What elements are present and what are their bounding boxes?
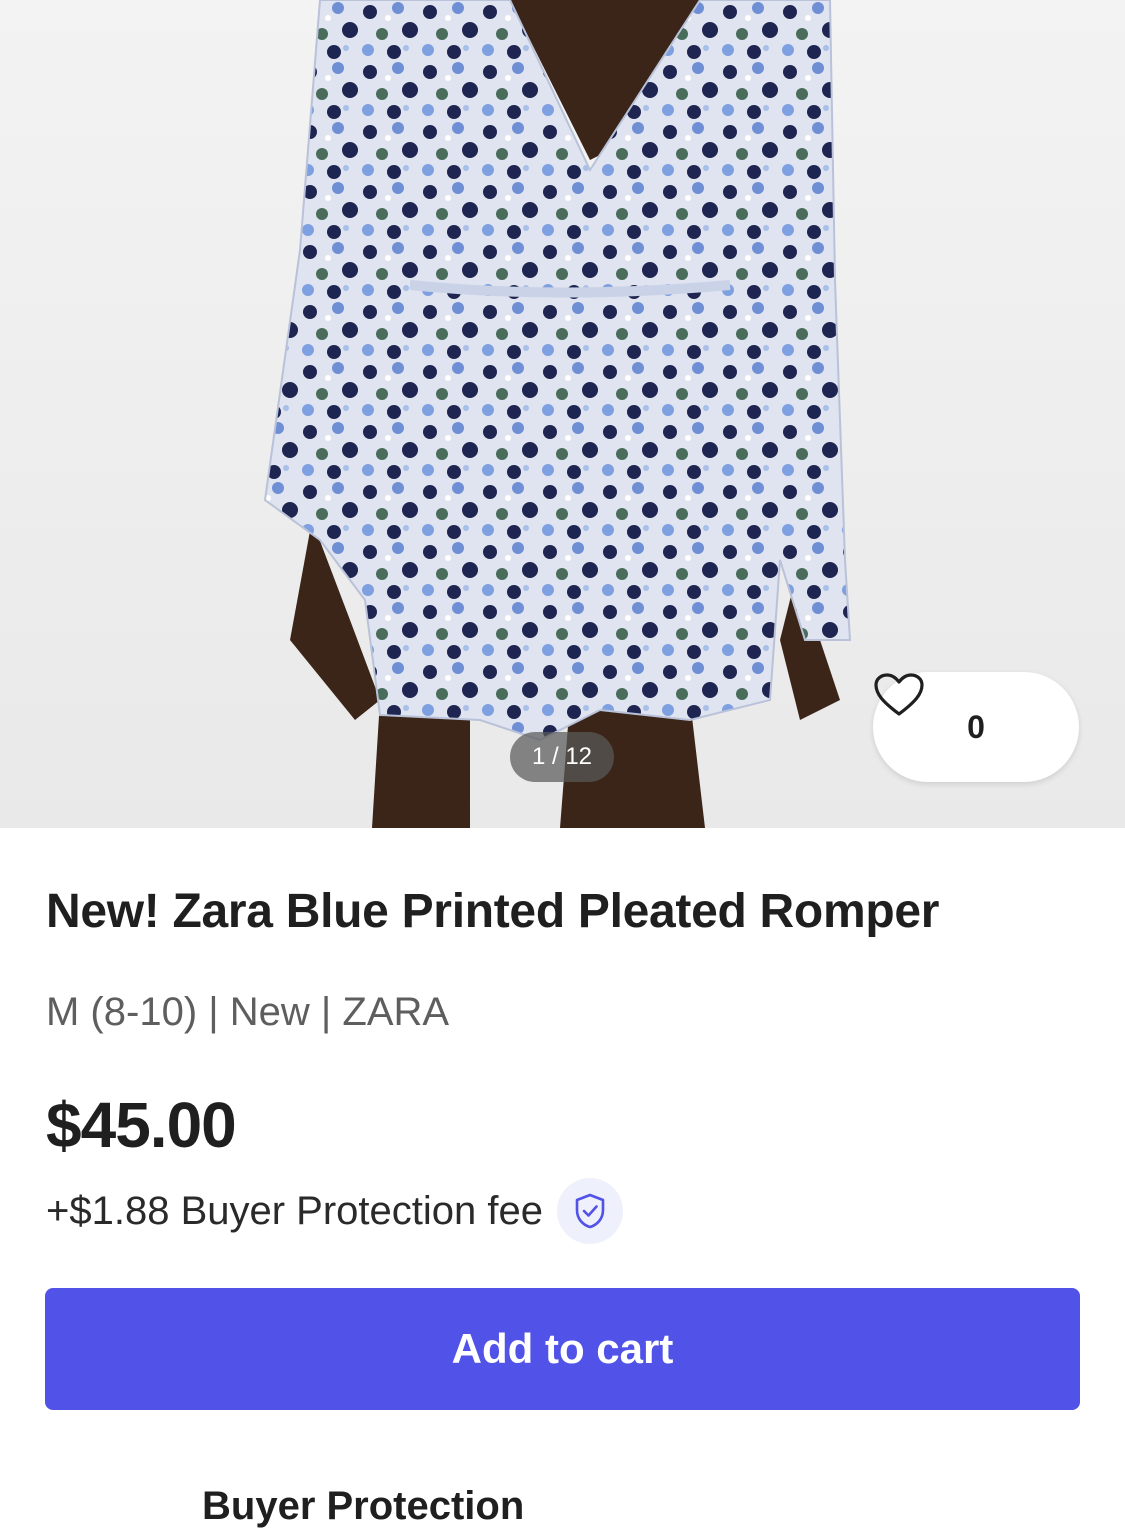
buyer-protection-fee: +$1.88 Buyer Protection fee (46, 1178, 623, 1244)
fee-text: +$1.88 Buyer Protection fee (46, 1188, 543, 1233)
heart-icon (874, 673, 924, 716)
image-counter: 1 / 12 (510, 732, 614, 782)
shield-check-button[interactable] (557, 1178, 623, 1244)
like-button[interactable]: 0 (873, 672, 1079, 782)
shield-check-icon (575, 1193, 605, 1229)
product-meta: M (8-10) | New | ZARA (46, 990, 450, 1034)
product-price: $45.00 (46, 1089, 237, 1161)
image-counter-text: 1 / 12 (531, 743, 593, 770)
product-title: New! Zara Blue Printed Pleated Romper (46, 885, 940, 938)
buyer-protection-heading: Buyer Protection (202, 1484, 525, 1528)
product-image[interactable]: 1 / 12 0 (0, 0, 1125, 828)
like-count: 0 (967, 708, 985, 745)
add-to-cart-button[interactable]: Add to cart (45, 1288, 1080, 1410)
